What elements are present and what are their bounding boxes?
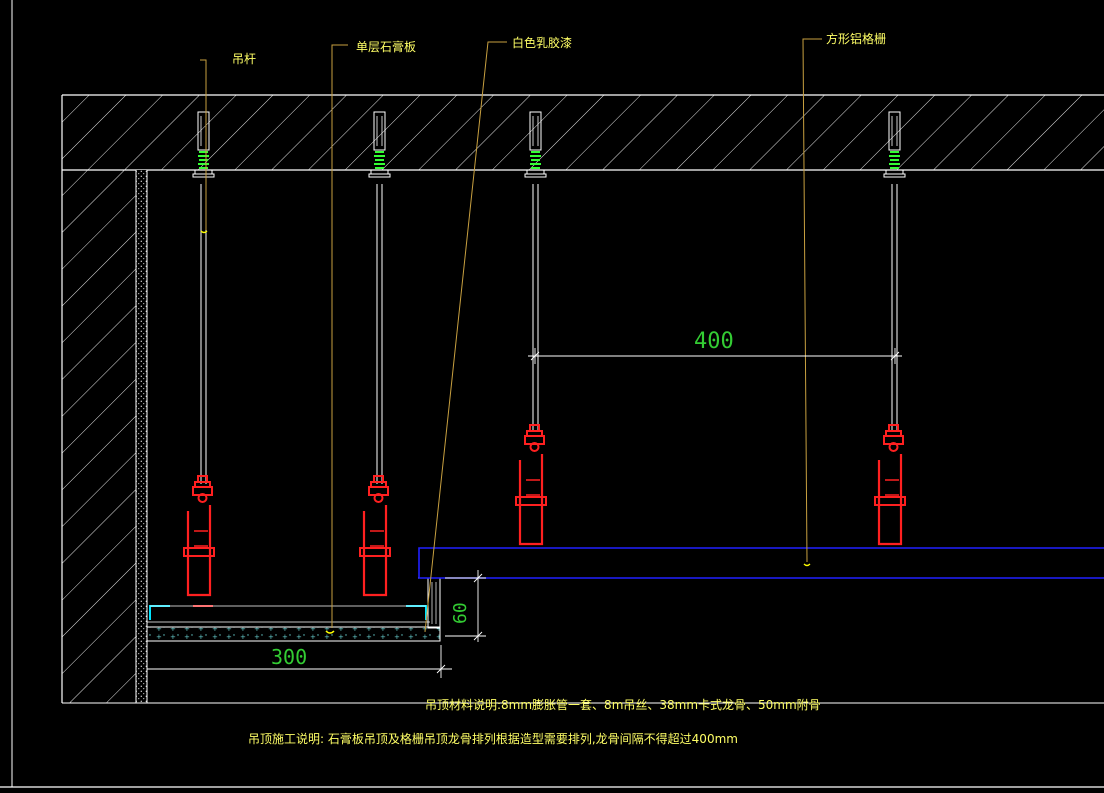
hanger-rod-3: [514, 111, 548, 546]
label-aluminum-grille: 方形铝格栅: [826, 31, 886, 46]
side-wall: [62, 170, 1104, 704]
hanger-rod-2: [358, 111, 392, 597]
hanger-rod-4: [873, 111, 907, 546]
hanger-rods: [182, 111, 907, 607]
label-latex-paint: 白色乳胶漆: [512, 35, 572, 50]
note-construction: 吊顶施工说明: 石膏板吊顶及格栅吊顶龙骨排列根据造型需要排列,龙骨间隔不得超过4…: [248, 731, 738, 746]
dimension-drop-height: 60: [450, 602, 471, 624]
aluminum-grille-panel: [418, 547, 1104, 579]
label-gypsum-board: 单层石膏板: [356, 39, 416, 54]
ceiling-section-drawing: +: [0, 0, 1104, 788]
gypsum-board-ceiling: [146, 577, 441, 642]
dimension-board-width: 300: [271, 645, 307, 669]
note-materials: 吊顶材料说明:8mm膨胀管一套、8m吊丝、38mm卡式龙骨、50mm附骨: [425, 697, 821, 712]
label-hanger-rod: 吊杆: [232, 52, 256, 66]
concrete-slab: [61, 94, 1104, 703]
dimension-rod-spacing: 400: [694, 329, 734, 354]
hanger-rod-1: [182, 111, 216, 607]
